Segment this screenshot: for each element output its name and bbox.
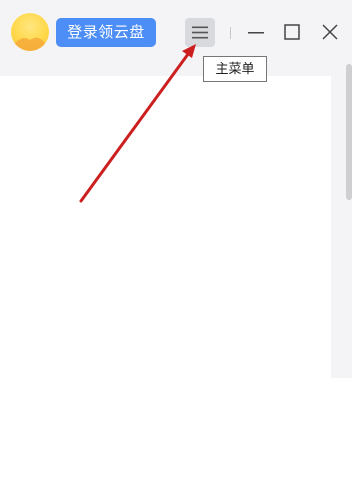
avatar-icon[interactable] [11,13,49,51]
toolbar-separator [230,27,231,39]
close-icon [322,24,338,40]
main-content-panel [0,76,331,378]
bottom-area [0,378,352,486]
minimize-button[interactable] [244,20,268,44]
vertical-scrollbar[interactable] [346,64,352,200]
minimize-icon [248,32,264,34]
maximize-button[interactable] [280,20,304,44]
hamburger-menu-icon [192,26,208,39]
main-menu-tooltip: 主菜单 [203,56,267,82]
close-button[interactable] [318,20,342,44]
title-bar: 登录领云盘 [0,0,352,64]
main-menu-button[interactable] [185,18,215,47]
maximize-icon [284,24,300,40]
login-button[interactable]: 登录领云盘 [56,18,156,47]
